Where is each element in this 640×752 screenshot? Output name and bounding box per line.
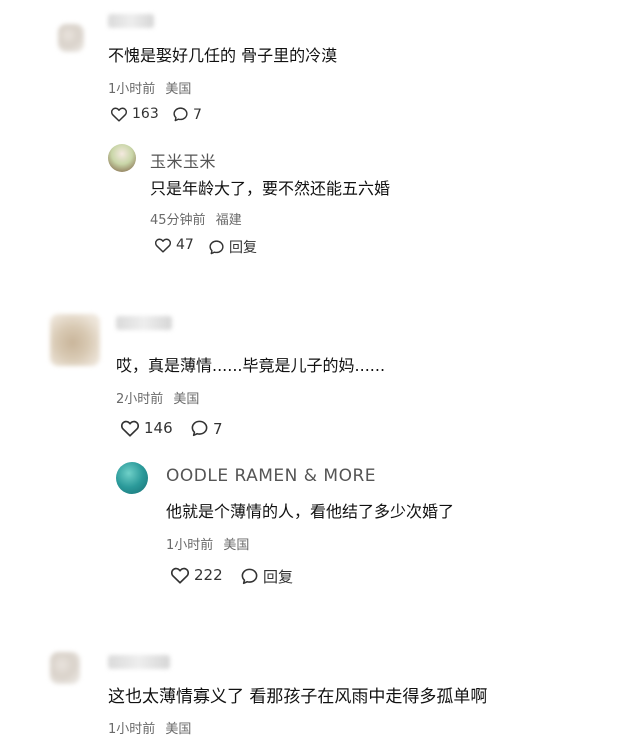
- comment-meta: 1小时前 美国: [108, 718, 191, 737]
- comment-bubble-icon: [208, 239, 225, 256]
- like-button[interactable]: 146: [120, 419, 173, 437]
- heart-icon: [170, 566, 190, 584]
- comment-meta: 1小时前 美国: [108, 78, 191, 97]
- avatar[interactable]: [58, 24, 84, 52]
- like-count: 163: [132, 106, 159, 122]
- reply-button[interactable]: 回复: [240, 566, 293, 587]
- reply-button-label: 回复: [263, 568, 294, 586]
- comment-bubble-icon: [172, 106, 189, 123]
- comment-text: 这也太薄情寡义了 看那孩子在风雨中走得多孤单啊: [108, 687, 488, 707]
- heart-icon: [154, 237, 172, 253]
- reply-avatar[interactable]: [116, 462, 148, 494]
- reply-like-button[interactable]: 47: [154, 237, 194, 253]
- reply-like-count: 222: [194, 566, 223, 584]
- username-blurred: [108, 655, 170, 669]
- reply-meta: 45分钟前 福建: [150, 209, 242, 228]
- reply-count-button[interactable]: 7: [190, 419, 223, 438]
- heart-icon: [110, 106, 128, 122]
- comment-time: 1小时前: [108, 722, 156, 737]
- reply-username[interactable]: OODLE RAMEN & MORE: [166, 466, 376, 486]
- avatar[interactable]: [50, 314, 100, 366]
- reply-text: 只是年龄大了，要不然还能五六婚: [150, 179, 391, 198]
- comment-text: 哎，真是薄情......毕竟是儿子的妈......: [116, 356, 386, 375]
- reply-meta: 1小时前 美国: [166, 534, 249, 553]
- comment-meta: 2小时前 美国: [116, 388, 199, 407]
- comment-time: 2小时前: [116, 392, 164, 407]
- comment-bubble-icon: [240, 567, 259, 586]
- reply-like-button[interactable]: 222: [170, 566, 223, 584]
- reply-username[interactable]: 玉米玉米: [150, 148, 216, 172]
- reply-count-button[interactable]: 7: [172, 106, 202, 123]
- comment-text: 不愧是娶好几任的 骨子里的冷漠: [108, 46, 338, 65]
- reply-time: 1小时前: [166, 538, 214, 553]
- reply-button[interactable]: 回复: [208, 237, 257, 257]
- avatar[interactable]: [50, 652, 80, 684]
- reply-location: 福建: [215, 213, 242, 228]
- comment-location: 美国: [165, 722, 192, 737]
- reply-text: 他就是个薄情的人，看他结了多少次婚了: [166, 502, 455, 521]
- reply-location: 美国: [223, 538, 250, 553]
- reply-like-count: 47: [176, 237, 194, 253]
- like-count: 146: [144, 419, 173, 437]
- reply-count: 7: [193, 106, 202, 123]
- like-button[interactable]: 163: [110, 106, 159, 122]
- reply-avatar[interactable]: [108, 144, 136, 172]
- comment-time: 1小时前: [108, 82, 156, 97]
- comment-location: 美国: [165, 82, 192, 97]
- comment-location: 美国: [173, 392, 200, 407]
- username-blurred: [108, 14, 154, 28]
- heart-icon: [120, 419, 140, 437]
- username-blurred: [116, 316, 172, 330]
- reply-time: 45分钟前: [150, 213, 206, 228]
- reply-button-label: 回复: [229, 240, 257, 256]
- comment-bubble-icon: [190, 419, 209, 438]
- reply-count: 7: [213, 419, 223, 438]
